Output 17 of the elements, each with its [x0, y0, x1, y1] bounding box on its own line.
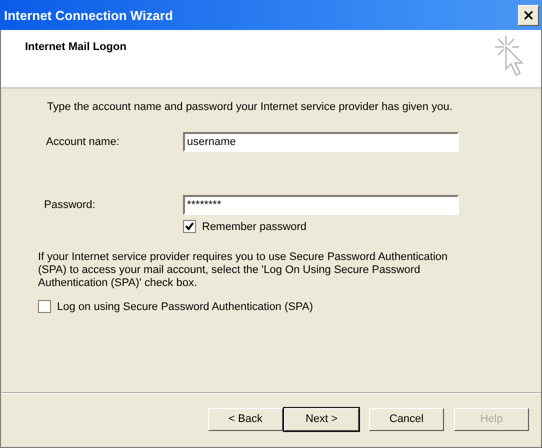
- window-title: Internet Connection Wizard: [4, 8, 173, 22]
- field-label: Password:: [44, 199, 96, 211]
- cursor-sparkle-icon: [493, 34, 527, 78]
- wizard-button[interactable]: Cancel: [369, 408, 444, 430]
- input-field[interactable]: ********: [183, 195, 459, 215]
- instruction-text: Type the account name and password your Internet service provider has given you.: [47, 101, 454, 113]
- page-title: Internet Mail Logon: [25, 41, 126, 53]
- checkbox[interactable]: [183, 220, 196, 233]
- field-label: Account name:: [46, 136, 120, 148]
- checkbox-label: Log on using Secure Password Authentication (SPA): [57, 300, 314, 312]
- checkbox[interactable]: [38, 300, 51, 313]
- wizard-button[interactable]: Next >: [284, 408, 359, 430]
- checkbox-label: Remember password: [202, 220, 307, 232]
- spa-note-text: If your Internet service provider requires you to use Secure Password Authentication (SPA) to access your mail account, select the 'Log On Using Secure Password Authentication (SPA)' check box.: [38, 251, 448, 290]
- input-field[interactable]: username: [183, 132, 459, 152]
- wizard-button[interactable]: < Back: [208, 408, 283, 430]
- close-button[interactable]: ×: [518, 4, 539, 26]
